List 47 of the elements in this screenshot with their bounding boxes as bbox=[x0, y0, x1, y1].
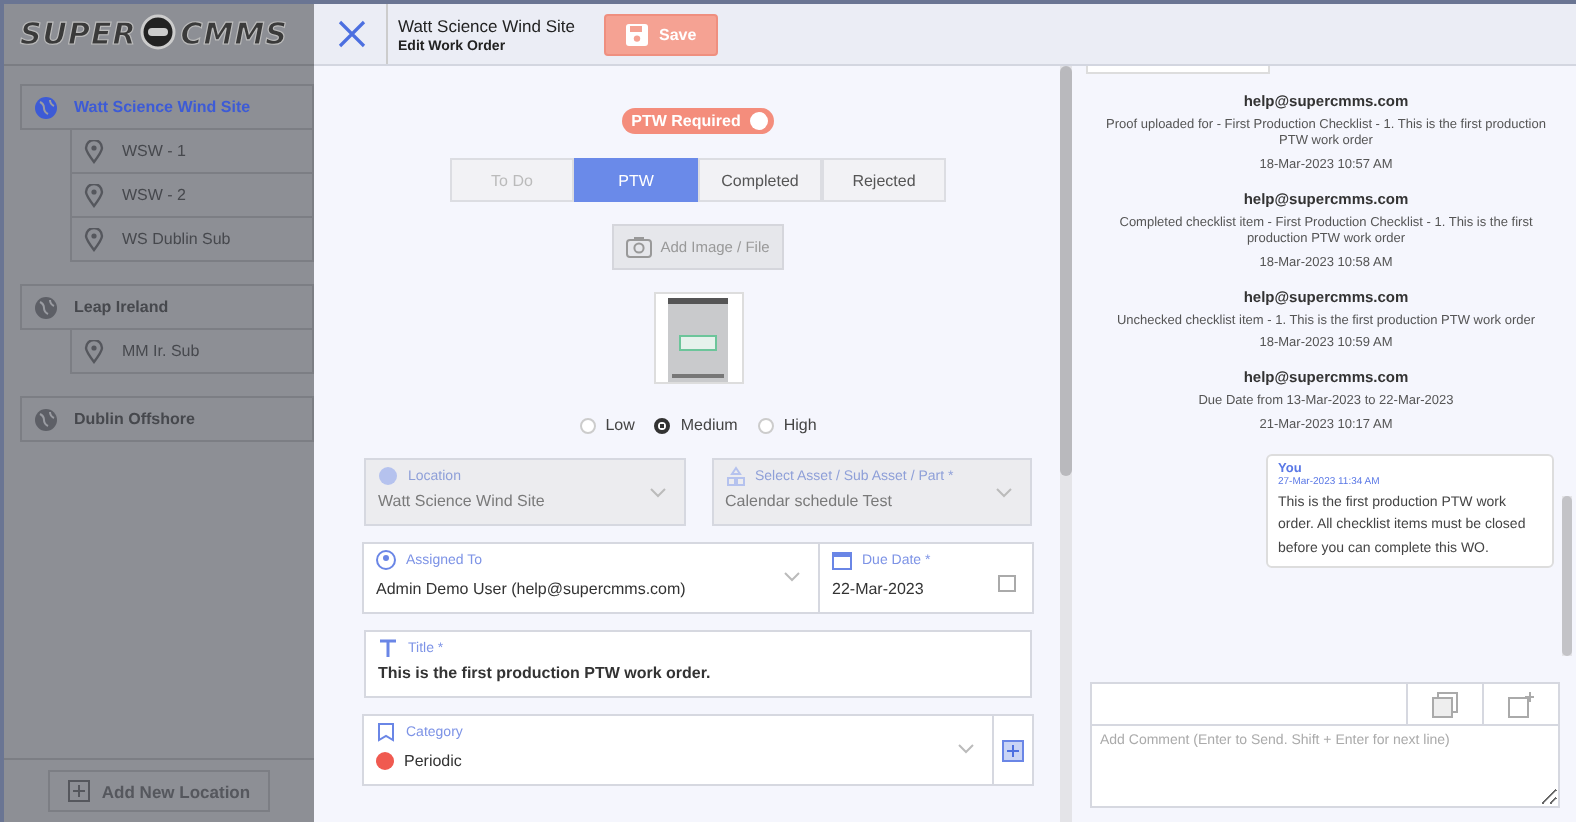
document-thumbnail[interactable] bbox=[653, 292, 743, 384]
location-item[interactable]: Leap Ireland bbox=[20, 284, 314, 330]
globe-icon bbox=[34, 95, 58, 119]
text-icon bbox=[378, 638, 398, 658]
images-icon bbox=[1432, 691, 1458, 717]
user-icon bbox=[376, 550, 396, 570]
save-icon bbox=[625, 23, 647, 45]
status-tab[interactable]: Completed bbox=[698, 158, 822, 202]
bookmark-icon bbox=[376, 722, 396, 742]
priority-radio[interactable]: High bbox=[757, 416, 817, 434]
map-pin-icon bbox=[84, 227, 104, 251]
calendar-icon bbox=[998, 574, 1016, 592]
chevron-down-icon bbox=[649, 488, 665, 498]
image-plus-icon bbox=[1508, 691, 1534, 717]
globe-icon bbox=[378, 466, 398, 486]
priority-radio[interactable]: Low bbox=[579, 416, 635, 434]
shapes-icon bbox=[725, 466, 745, 486]
save-button[interactable]: Save bbox=[603, 13, 719, 55]
chevron-down-icon bbox=[784, 572, 800, 582]
camera-icon bbox=[626, 236, 653, 258]
field-value: Watt Science Wind Site bbox=[378, 492, 545, 514]
field-value: Admin Demo User (help@supercmms.com) bbox=[376, 580, 686, 602]
calendar-icon bbox=[832, 550, 852, 570]
logo-text: CMMS bbox=[180, 16, 288, 52]
close-icon[interactable] bbox=[338, 20, 366, 48]
ptw-toggle[interactable]: PTW Required bbox=[621, 108, 775, 134]
map-pin-icon bbox=[84, 339, 104, 363]
status-tab[interactable]: Rejected bbox=[822, 158, 946, 202]
site-title: Watt Science Wind Site bbox=[398, 15, 575, 35]
chevron-down-icon bbox=[958, 744, 974, 754]
add-location-button[interactable]: Add New Location bbox=[47, 770, 271, 812]
map-pin-icon bbox=[84, 139, 104, 163]
field-value: Calendar schedule Test bbox=[725, 492, 892, 514]
field-value: This is the first production PTW work order. bbox=[378, 664, 711, 686]
location-item[interactable]: Watt Science Wind Site bbox=[20, 84, 314, 130]
map-pin-icon bbox=[84, 183, 104, 207]
chevron-down-icon bbox=[996, 488, 1012, 498]
status-tab[interactable]: PTW bbox=[574, 158, 698, 202]
field-value: Periodic bbox=[404, 752, 462, 770]
plus-square-icon bbox=[67, 780, 90, 802]
location-item[interactable]: Dublin Offshore bbox=[20, 396, 314, 442]
plus-square-icon bbox=[1002, 739, 1024, 761]
logo-text: SUPER bbox=[20, 16, 137, 52]
priority-radio[interactable]: Medium bbox=[654, 416, 738, 434]
globe-icon bbox=[34, 407, 58, 431]
field-value: 22-Mar-2023 bbox=[832, 580, 924, 602]
globe-icon bbox=[34, 295, 58, 319]
